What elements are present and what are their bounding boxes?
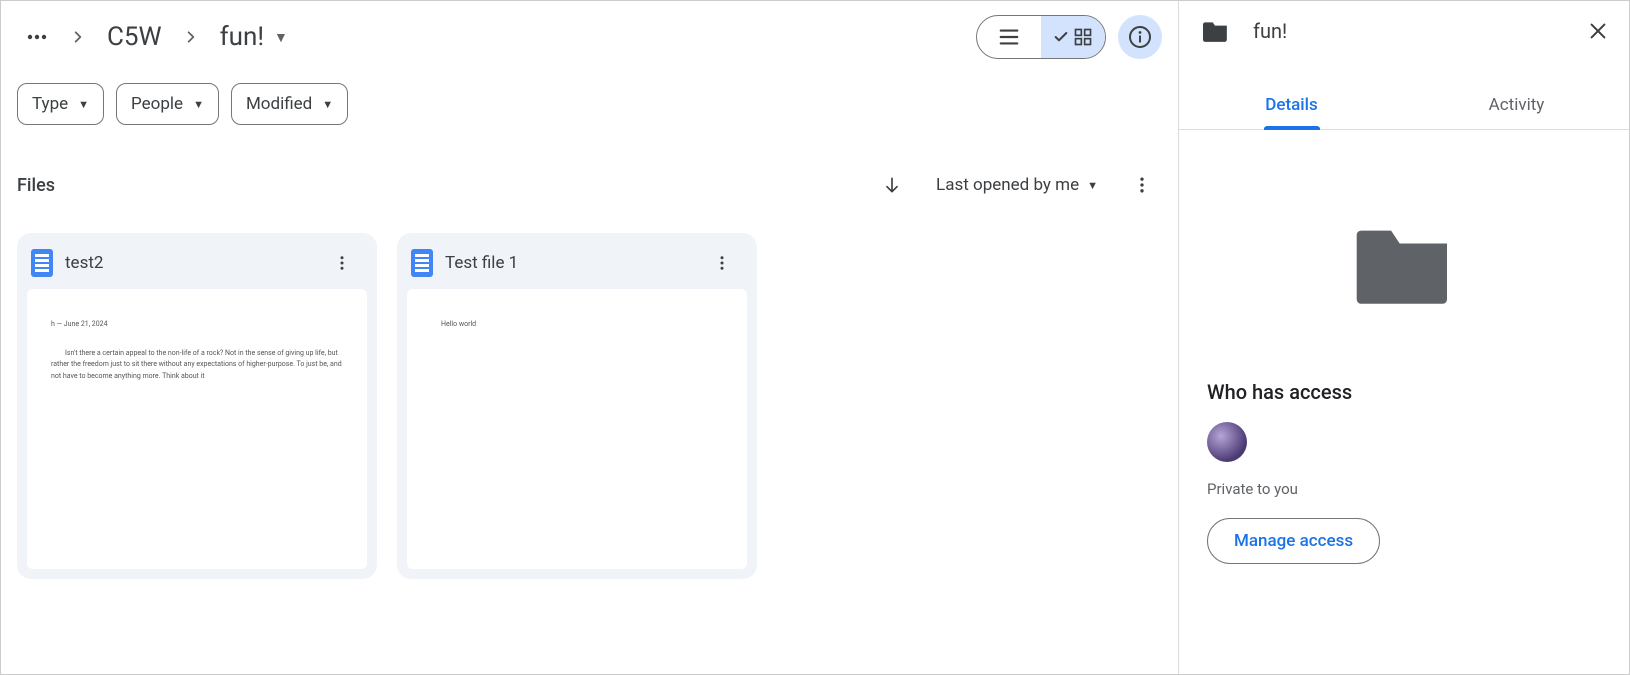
filter-type[interactable]: Type ▼ <box>17 83 104 125</box>
panel-header: fun! <box>1179 1 1629 53</box>
sort-by-button[interactable]: Last opened by me ▼ <box>936 175 1098 195</box>
filter-bar: Type ▼ People ▼ Modified ▼ <box>17 83 1162 125</box>
thumb-body: Isn't there a certain appeal to the non-… <box>51 348 343 382</box>
section-title: Files <box>17 175 55 196</box>
panel-tabs: Details Activity <box>1179 81 1629 130</box>
breadcrumb-overflow-icon[interactable] <box>17 21 57 53</box>
caret-down-icon: ▼ <box>1087 179 1098 192</box>
breadcrumb-parent-label: C5W <box>107 22 162 52</box>
caret-down-icon: ▼ <box>193 98 204 111</box>
thumb-line1: h — June 21, 2024 <box>51 319 343 330</box>
tab-details[interactable]: Details <box>1179 81 1404 129</box>
breadcrumb-parent[interactable]: C5W <box>99 18 170 56</box>
thumb-line1: Hello world <box>441 319 723 330</box>
filter-modified-label: Modified <box>246 94 312 114</box>
section-more-button[interactable] <box>1122 165 1162 205</box>
caret-down-icon: ▼ <box>322 98 333 111</box>
filter-modified[interactable]: Modified ▼ <box>231 83 348 125</box>
info-button[interactable] <box>1118 15 1162 59</box>
close-button[interactable] <box>1587 20 1609 42</box>
breadcrumb-current[interactable]: fun! ▼ <box>212 18 296 56</box>
filter-people[interactable]: People ▼ <box>116 83 219 125</box>
access-heading: Who has access <box>1207 380 1601 404</box>
caret-down-icon: ▼ <box>78 98 89 111</box>
manage-access-label: Manage access <box>1234 531 1353 551</box>
section-header: Files Last opened by me ▼ <box>17 165 1162 205</box>
filter-people-label: People <box>131 94 183 114</box>
breadcrumb-current-label: fun! <box>220 22 264 52</box>
view-toggle <box>976 15 1106 59</box>
file-more-button[interactable] <box>333 254 363 272</box>
chevron-right-icon <box>178 30 204 44</box>
sort-direction-button[interactable] <box>872 165 912 205</box>
breadcrumb: C5W fun! ▼ <box>17 18 296 56</box>
caret-down-icon: ▼ <box>274 29 288 46</box>
main-area: C5W fun! ▼ <box>1 1 1179 674</box>
file-card[interactable]: test2 h — June 21, 2024 Isn't there a ce… <box>17 233 377 579</box>
avatar[interactable] <box>1207 422 1247 462</box>
docs-icon <box>411 249 433 277</box>
access-sub: Private to you <box>1207 480 1601 498</box>
folder-icon <box>1350 222 1458 308</box>
details-panel: fun! Details Activity Who has access Pri… <box>1179 1 1629 674</box>
chevron-right-icon <box>65 30 91 44</box>
access-section: Who has access Private to you Manage acc… <box>1179 370 1629 564</box>
sort-by-label: Last opened by me <box>936 175 1079 195</box>
topbar: C5W fun! ▼ <box>17 1 1162 73</box>
tab-details-label: Details <box>1265 95 1317 115</box>
panel-title: fun! <box>1253 19 1287 43</box>
file-grid: test2 h — June 21, 2024 Isn't there a ce… <box>17 233 1162 579</box>
file-thumbnail: h — June 21, 2024 Isn't there a certain … <box>27 289 367 569</box>
tab-activity-label: Activity <box>1489 95 1545 115</box>
tab-activity[interactable]: Activity <box>1404 81 1629 129</box>
panel-preview <box>1179 160 1629 370</box>
file-more-button[interactable] <box>713 254 743 272</box>
manage-access-button[interactable]: Manage access <box>1207 518 1380 564</box>
file-thumbnail: Hello world <box>407 289 747 569</box>
docs-icon <box>31 249 53 277</box>
file-card[interactable]: Test file 1 Hello world <box>397 233 757 579</box>
folder-icon <box>1203 20 1229 42</box>
grid-view-button[interactable] <box>1041 16 1105 58</box>
list-view-button[interactable] <box>977 16 1041 58</box>
file-title: Test file 1 <box>445 253 701 273</box>
topbar-right <box>976 15 1162 59</box>
file-title: test2 <box>65 253 321 273</box>
filter-type-label: Type <box>32 94 68 114</box>
